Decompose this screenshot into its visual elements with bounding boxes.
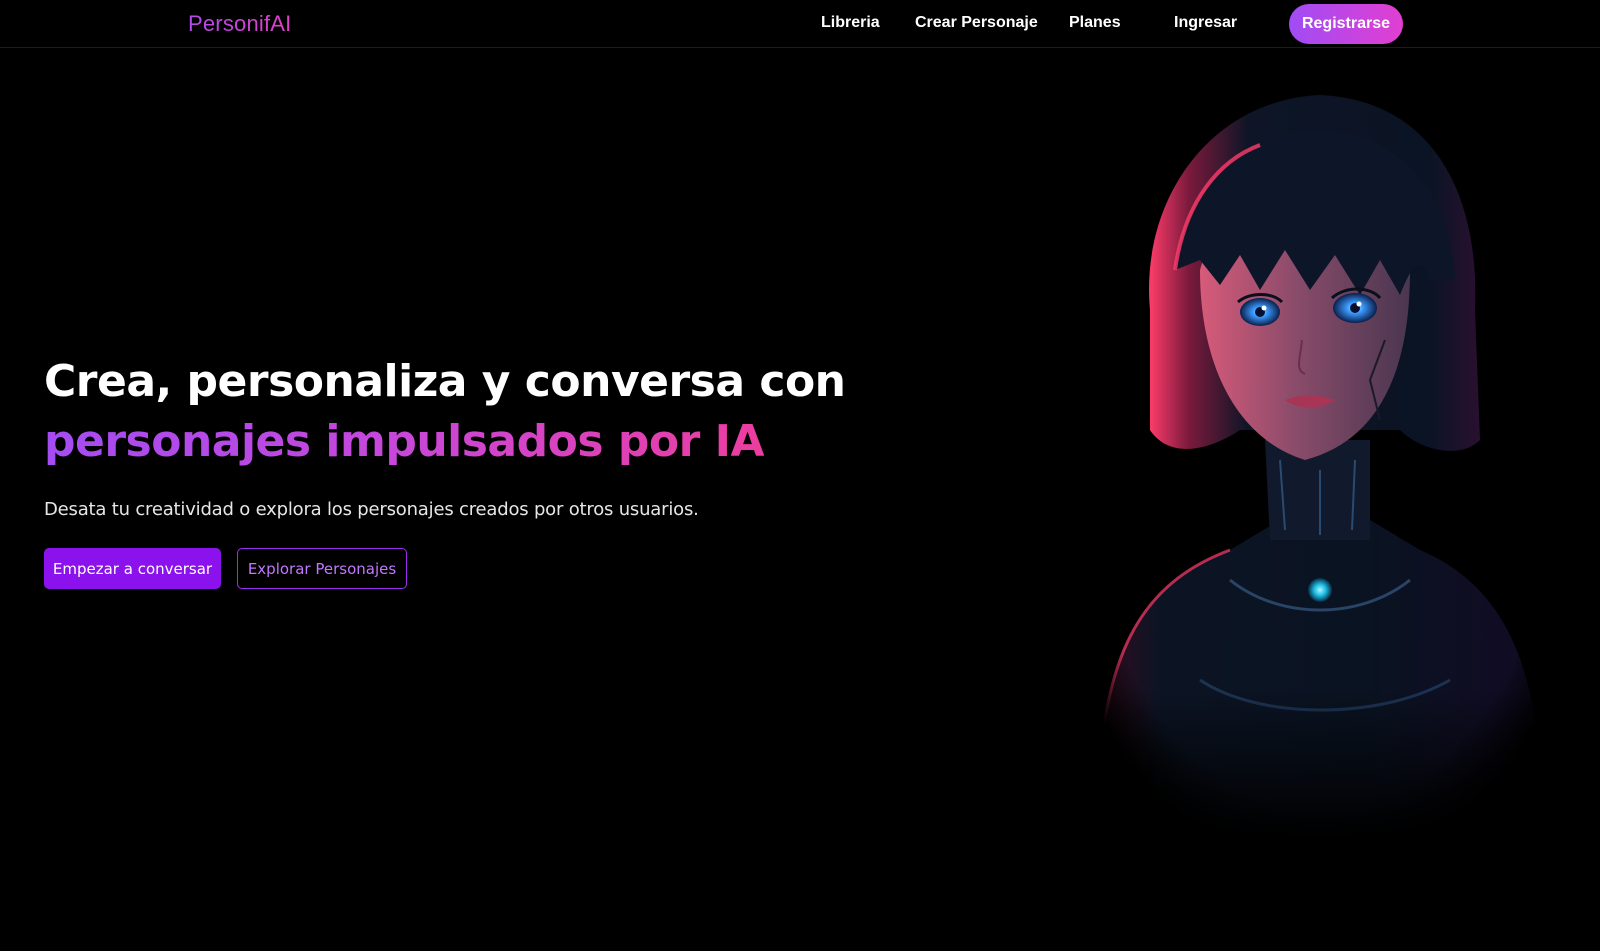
hero-title: Crea, personaliza y conversa con persona… bbox=[44, 352, 846, 472]
start-chatting-button[interactable]: Empezar a conversar bbox=[44, 548, 221, 589]
brand-logo[interactable]: PersonifAI bbox=[188, 10, 292, 38]
top-navigation-bar: PersonifAI Libreria Crear Personaje Plan… bbox=[0, 0, 1600, 48]
explore-characters-button[interactable]: Explorar Personajes bbox=[237, 548, 407, 589]
login-link[interactable]: Ingresar bbox=[1174, 13, 1237, 33]
hero-title-highlight: personajes impulsados por IA bbox=[44, 412, 765, 472]
ai-character-portrait bbox=[1080, 80, 1560, 840]
hero-title-line-1: Crea, personaliza y conversa con bbox=[44, 356, 846, 407]
nav-link-crear-personaje[interactable]: Crear Personaje bbox=[915, 13, 1038, 33]
register-button[interactable]: Registrarse bbox=[1289, 4, 1403, 44]
nav-link-libreria[interactable]: Libreria bbox=[821, 13, 880, 33]
hero-subtitle: Desata tu creatividad o explora los pers… bbox=[44, 499, 699, 520]
nav-link-planes[interactable]: Planes bbox=[1069, 13, 1121, 33]
